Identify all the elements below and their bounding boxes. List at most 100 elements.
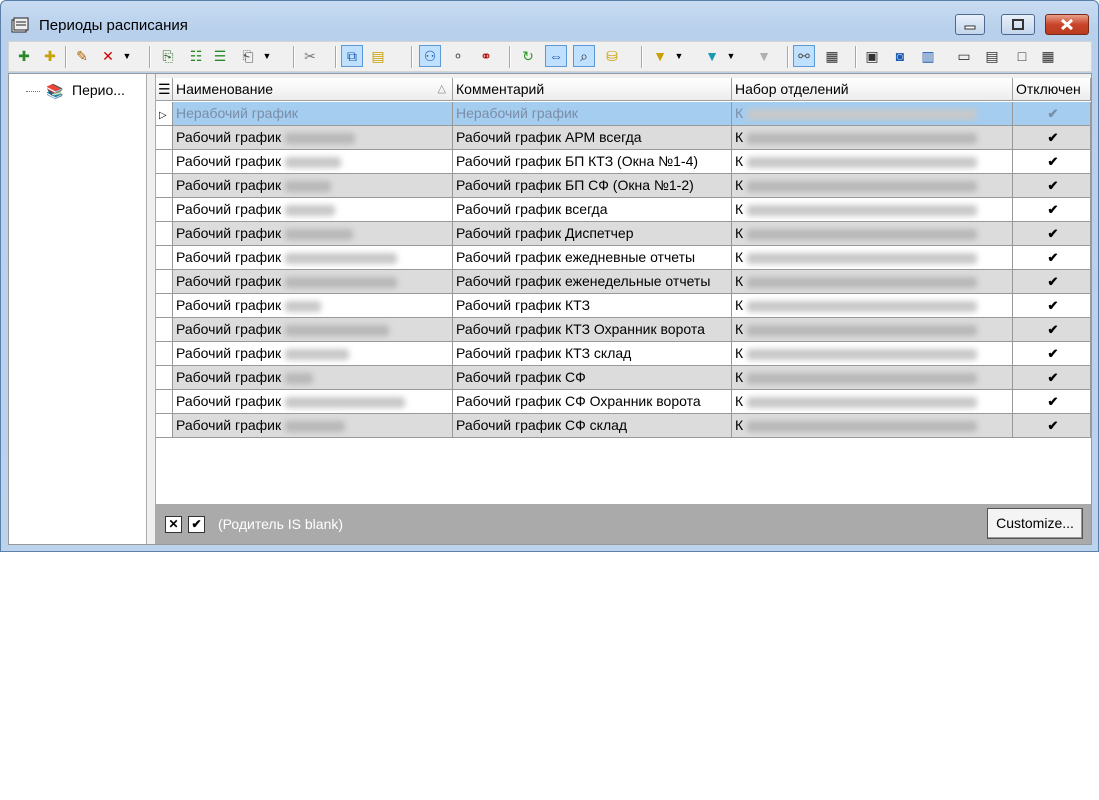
paste-button[interactable]: ⎗ [237,45,259,67]
cell-comment[interactable]: Рабочий график БП СФ (Окна №1-2) [453,174,732,198]
cell-name[interactable]: Рабочий график [173,294,453,318]
table-row[interactable]: Рабочий график Рабочий график еженедельны… [156,270,1091,294]
cell-comment[interactable]: Рабочий график Диспетчер [453,222,732,246]
cell-departments[interactable]: К [732,414,1013,438]
table-row[interactable]: Рабочий график Рабочий график АРМ всегда К… [156,126,1091,150]
copy-button[interactable]: ⎘ [157,45,179,67]
filter-button[interactable]: ▼ [649,45,671,67]
split-h-button[interactable]: ▤ [981,45,1003,67]
field-button[interactable]: ▭ [953,45,975,67]
cell-comment[interactable]: Рабочий график АРМ всегда [453,126,732,150]
cell-disabled-checkbox[interactable]: ✔ [1013,126,1091,150]
cell-name[interactable]: Рабочий график [173,126,453,150]
card-button[interactable]: ◙ [889,45,911,67]
add-child-button[interactable]: ✚ [39,45,61,67]
table-row[interactable]: Рабочий график Рабочий график БП СФ (Окна… [156,174,1091,198]
row-indicator[interactable]: ▷ [156,102,173,126]
cell-departments[interactable]: К [732,390,1013,414]
table-row[interactable]: ▷ Нерабочий график Нерабочий график К ✔ [156,102,1091,126]
row-indicator[interactable] [156,198,173,222]
cell-name[interactable]: Рабочий график [173,174,453,198]
tree-button[interactable]: ☷ [185,45,207,67]
cell-disabled-checkbox[interactable]: ✔ [1013,414,1091,438]
cell-comment[interactable]: Рабочий график еженедельные отчеты [453,270,732,294]
cell-disabled-checkbox[interactable]: ✔ [1013,366,1091,390]
cut-button[interactable]: ✂ [299,45,321,67]
cell-departments[interactable]: К [732,342,1013,366]
nodes-button[interactable]: ⚬ [447,45,469,67]
cell-departments[interactable]: К [732,222,1013,246]
minimize-button[interactable] [955,14,985,35]
row-indicator[interactable] [156,270,173,294]
table-row[interactable]: Рабочий график Рабочий график КТЗ склад К ✔ [156,342,1091,366]
cell-name[interactable]: Рабочий график [173,198,453,222]
cell-disabled-checkbox[interactable]: ✔ [1013,246,1091,270]
cell-departments[interactable]: К [732,318,1013,342]
cell-disabled-checkbox[interactable]: ✔ [1013,390,1091,414]
cell-name[interactable]: Рабочий график [173,390,453,414]
filter-active-button[interactable]: ▼ [701,45,723,67]
database-button[interactable]: ⛁ [601,45,623,67]
link-button[interactable]: ⚭ [475,45,497,67]
cell-comment[interactable]: Рабочий график всегда [453,198,732,222]
move-button[interactable]: ⇔ [545,45,567,67]
panel-button[interactable]: □ [1011,45,1033,67]
hierarchy-button[interactable]: ⚇ [419,45,441,67]
layout-button[interactable]: ⧉ [341,45,363,67]
row-indicator[interactable] [156,222,173,246]
cell-departments[interactable]: К [732,294,1013,318]
filter-active-dropdown-arrow[interactable]: ▼ [725,45,737,67]
cell-disabled-checkbox[interactable]: ✔ [1013,174,1091,198]
close-button[interactable] [1045,14,1089,35]
cell-name[interactable]: Рабочий график [173,366,453,390]
cell-departments[interactable]: К [732,150,1013,174]
table-row[interactable]: Рабочий график Рабочий график СФ склад К ✔ [156,414,1091,438]
table-row[interactable]: Рабочий график Рабочий график всегда К ✔ [156,198,1091,222]
cell-disabled-checkbox[interactable]: ✔ [1013,294,1091,318]
tree-expand-button[interactable]: ☰ [209,45,231,67]
grid-button[interactable]: ▦ [821,45,843,67]
cell-comment[interactable]: Рабочий график КТЗ склад [453,342,732,366]
column-header-disabled[interactable]: Отключен [1013,78,1091,101]
title-bar[interactable]: Периоды расписания [1,1,1098,39]
cell-name[interactable]: Нерабочий график [173,102,453,126]
cell-comment[interactable]: Рабочий график БП КТЗ (Окна №1-4) [453,150,732,174]
row-indicator[interactable] [156,318,173,342]
cell-comment[interactable]: Рабочий график СФ Охранник ворота [453,390,732,414]
cell-name[interactable]: Рабочий график [173,414,453,438]
search-button[interactable]: ⌕ [573,45,595,67]
cell-departments[interactable]: К [732,246,1013,270]
cell-departments[interactable]: К [732,270,1013,294]
columns-button[interactable]: ▥ [917,45,939,67]
table-row[interactable]: Рабочий график Рабочий график КТЗ Охранни… [156,318,1091,342]
refresh-button[interactable]: ↻ [517,45,539,67]
cell-name[interactable]: Рабочий график [173,270,453,294]
add-root-button[interactable]: ✚ [13,45,35,67]
paste-dropdown-arrow[interactable]: ▼ [261,45,273,67]
row-indicator[interactable] [156,246,173,270]
cell-disabled-checkbox[interactable]: ✔ [1013,342,1091,366]
filter-text[interactable]: (Родитель IS blank) [218,516,343,532]
row-indicator[interactable] [156,390,173,414]
column-header-name[interactable]: Наименование △ [173,78,453,101]
cell-name[interactable]: Рабочий график [173,318,453,342]
filter-enabled-checkbox[interactable]: ✔ [188,516,205,533]
cell-comment[interactable]: Рабочий график КТЗ [453,294,732,318]
cell-name[interactable]: Рабочий график [173,342,453,366]
row-indicator[interactable] [156,342,173,366]
table-row[interactable]: Рабочий график Рабочий график Диспетчер К ✔ [156,222,1091,246]
delete-button[interactable]: ✕ [97,45,119,67]
tree-item-periods[interactable]: Перио... [72,82,125,98]
cell-disabled-checkbox[interactable]: ✔ [1013,318,1091,342]
cell-comment[interactable]: Рабочий график СФ склад [453,414,732,438]
row-indicator[interactable] [156,150,173,174]
cell-departments[interactable]: К [732,366,1013,390]
row-indicator[interactable] [156,366,173,390]
column-header-departments[interactable]: Набор отделений [732,78,1013,101]
cell-name[interactable]: Рабочий график [173,222,453,246]
cell-departments[interactable]: К [732,198,1013,222]
maximize-button[interactable] [1001,14,1035,35]
cell-disabled-checkbox[interactable]: ✔ [1013,102,1091,126]
cell-disabled-checkbox[interactable]: ✔ [1013,150,1091,174]
table-row[interactable]: Рабочий график Рабочий график ежедневные … [156,246,1091,270]
